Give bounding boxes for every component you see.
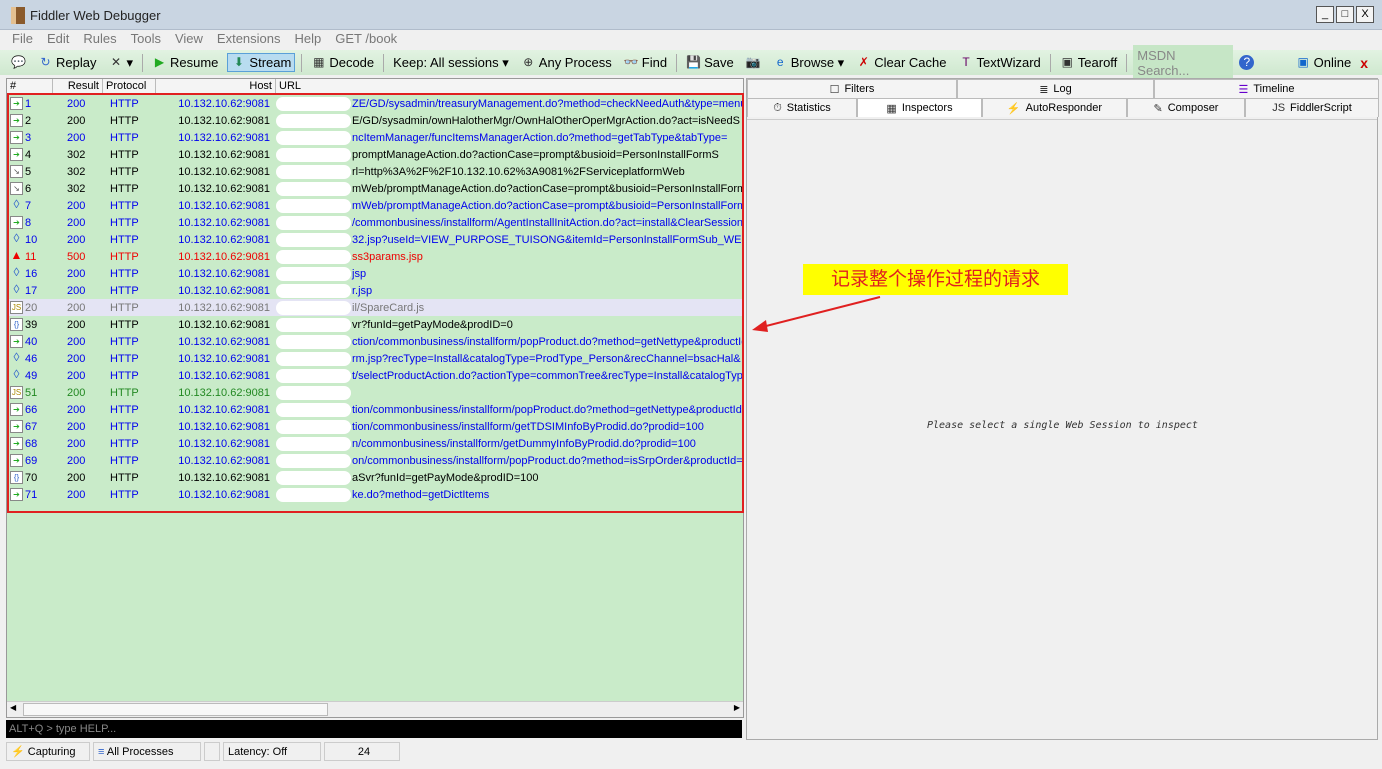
annotation-arrow: [752, 296, 881, 332]
